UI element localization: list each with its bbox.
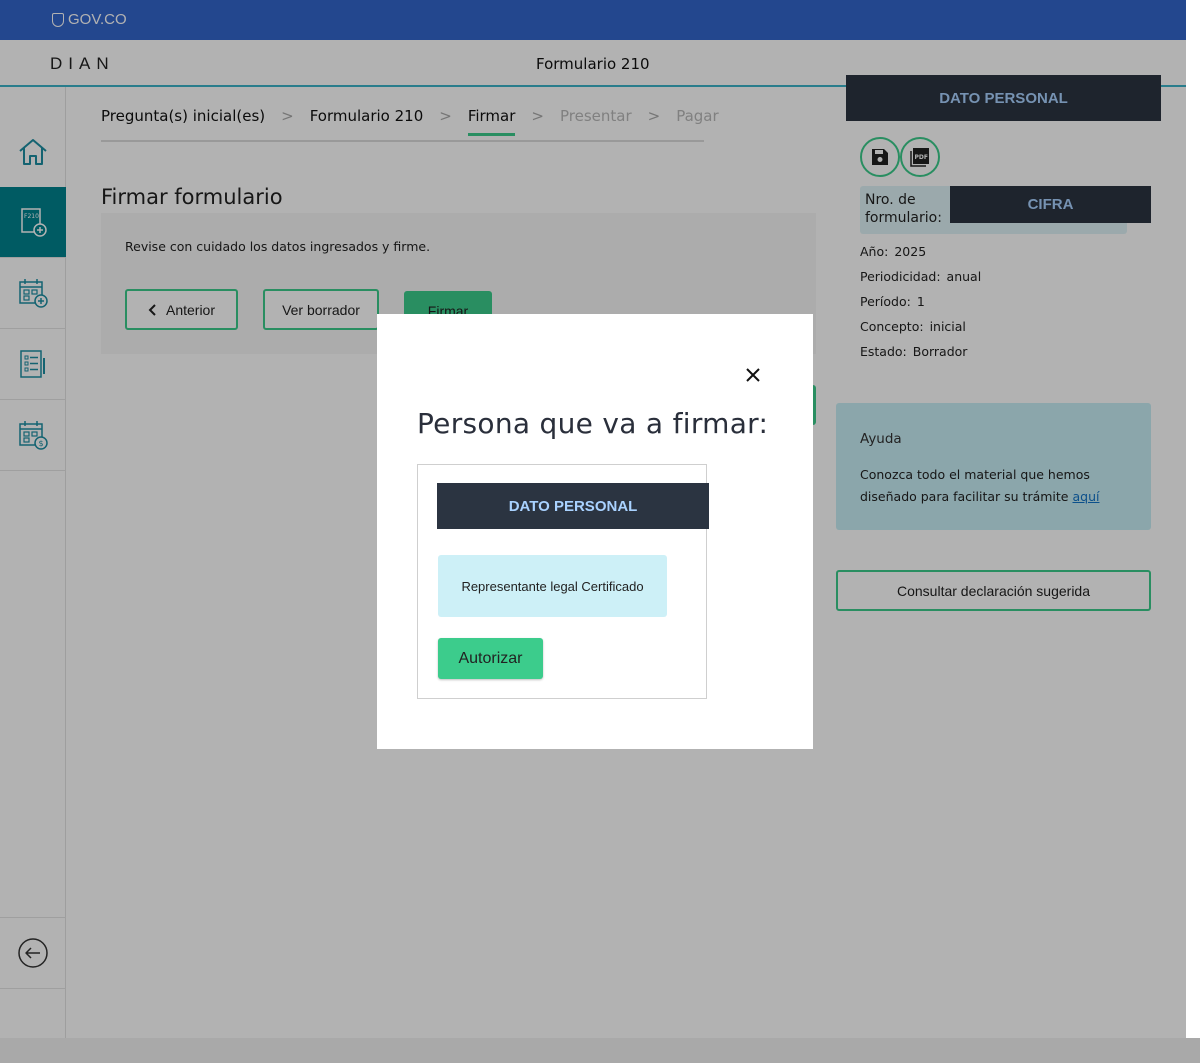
authorize-button-label: Autorizar [458, 649, 523, 667]
modal-backdrop-bottom [0, 1038, 1200, 1063]
close-icon [746, 368, 760, 382]
modal-title: Persona que va a firmar: [417, 407, 769, 440]
authorize-button[interactable]: Autorizar [438, 638, 543, 679]
close-button[interactable] [742, 364, 764, 386]
signer-modal: Persona que va a firmar: DATO PERSONAL R… [377, 314, 813, 749]
redacted-signer-name: DATO PERSONAL [437, 483, 709, 529]
signer-role-badge: Representante legal Certificado [438, 555, 667, 617]
